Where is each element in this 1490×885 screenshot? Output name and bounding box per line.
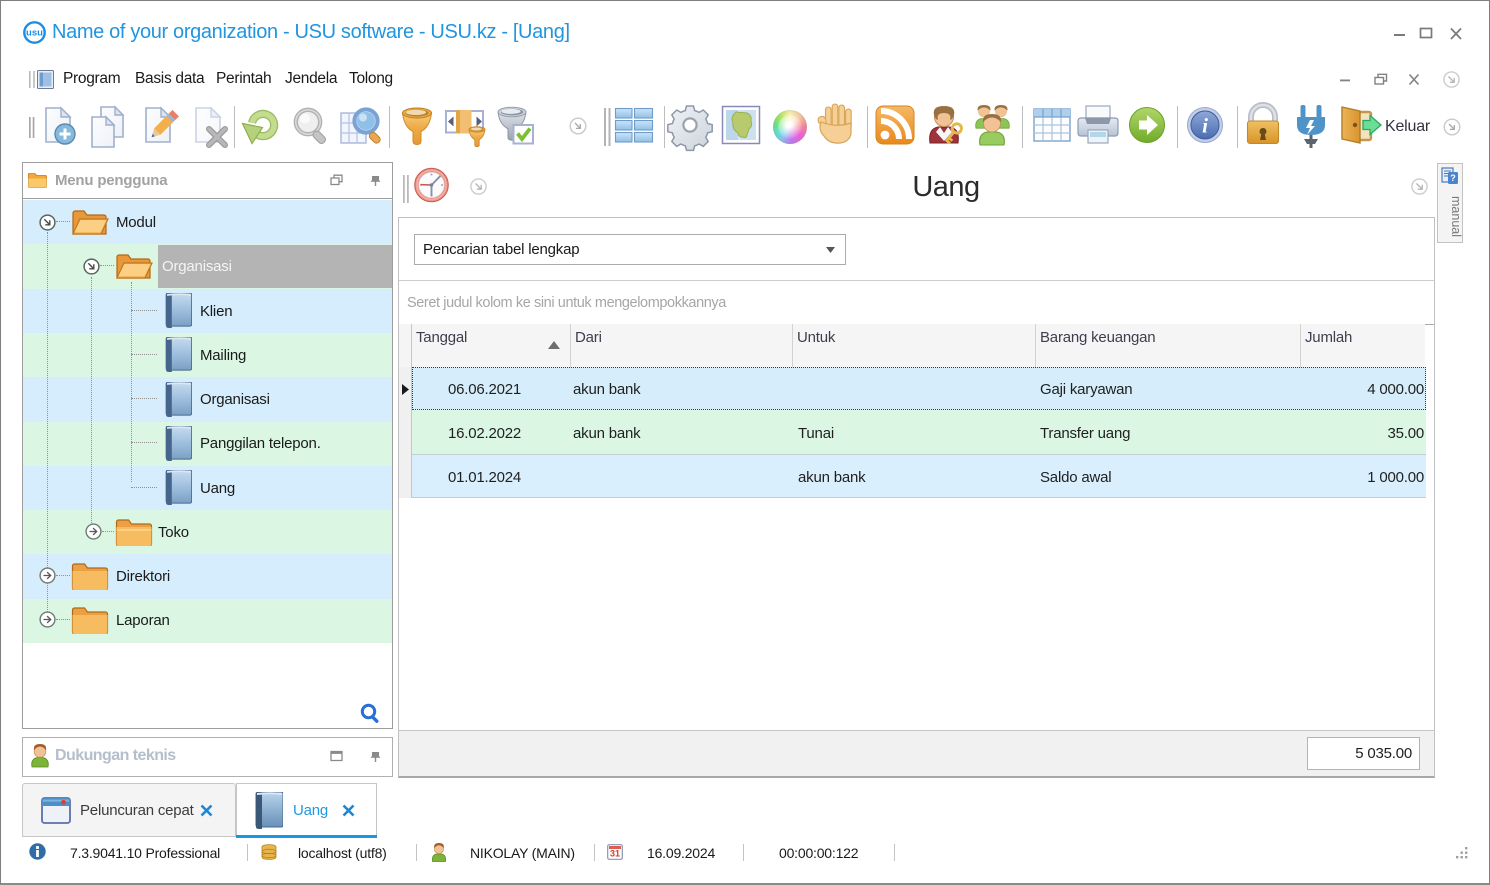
svg-text:?: ?: [1450, 173, 1456, 183]
svg-text:31: 31: [610, 849, 620, 859]
svg-text:i: i: [1202, 114, 1208, 138]
svg-text:Keluar: Keluar: [1385, 118, 1431, 135]
svg-text:usu: usu: [26, 28, 43, 39]
